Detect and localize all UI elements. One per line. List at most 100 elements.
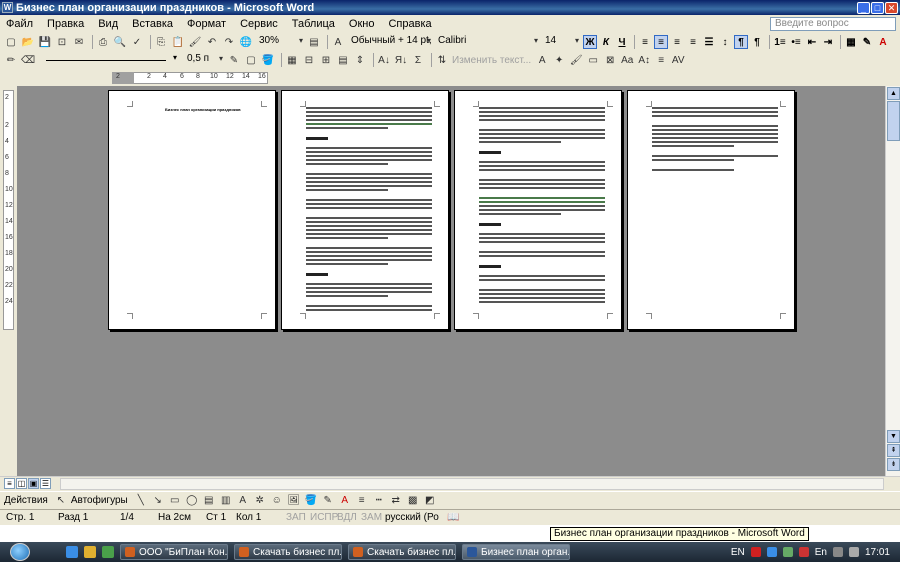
wordart-shape-icon[interactable]: ▭ [586, 53, 600, 67]
scroll-down-icon[interactable]: ▼ [887, 430, 900, 443]
page-4[interactable] [627, 90, 795, 330]
char-spacing-icon[interactable]: AV [671, 53, 685, 67]
line-icon[interactable]: ╲ [134, 493, 148, 507]
spelling-icon[interactable]: ✓ [130, 35, 144, 49]
italic-button[interactable]: К [599, 35, 613, 49]
menu-window[interactable]: Окно [349, 18, 375, 30]
page-1[interactable]: Бизнес план организации праздников [108, 90, 276, 330]
ie-icon[interactable] [66, 546, 78, 558]
split-cells-icon[interactable]: ⊞ [319, 53, 333, 67]
shadow-icon[interactable]: ▩ [406, 493, 420, 507]
clock[interactable]: 17:01 [865, 547, 890, 558]
undo-icon[interactable]: ↶ [205, 35, 219, 49]
alignment-icon[interactable]: ≡ [654, 53, 668, 67]
outside-border-icon[interactable]: ▢ [244, 53, 258, 67]
language-indicator[interactable]: EN [731, 547, 745, 558]
ltr-paragraph-icon[interactable]: ¶ [734, 35, 748, 49]
text-direction-icon[interactable]: ⇅ [435, 53, 449, 67]
outline-view-icon[interactable]: ☰ [40, 478, 51, 489]
oval-icon[interactable]: ◯ [185, 493, 199, 507]
arrow-style-icon[interactable]: ⇄ [389, 493, 403, 507]
volume-icon[interactable] [848, 547, 859, 557]
autosum-icon[interactable]: Σ [411, 53, 425, 67]
decrease-indent-icon[interactable]: ⇤ [805, 35, 819, 49]
email-icon[interactable]: ✉ [72, 35, 86, 49]
autoshapes-menu[interactable]: Автофигуры [71, 495, 128, 506]
dash-style-icon[interactable]: ┅ [372, 493, 386, 507]
increase-indent-icon[interactable]: ⇥ [821, 35, 835, 49]
new-document-icon[interactable]: ▢ [4, 35, 18, 49]
distribute-icon[interactable]: ☰ [702, 35, 716, 49]
sort-desc-icon[interactable]: Я↓ [394, 53, 408, 67]
vertical-textbox-icon[interactable]: ▥ [219, 493, 233, 507]
taskbar-button-1[interactable]: ООО "БиПлан Кон... [120, 544, 228, 560]
menu-insert[interactable]: Вставка [132, 18, 173, 30]
close-button[interactable]: ✕ [885, 1, 898, 14]
word-app-icon[interactable]: W [2, 2, 13, 13]
numbering-icon[interactable]: 1≡ [773, 35, 787, 49]
maximize-button[interactable]: □ [871, 1, 884, 14]
align-center-icon[interactable]: ≡ [654, 35, 668, 49]
scroll-up-icon[interactable]: ▲ [887, 87, 900, 100]
text-wrapping-icon[interactable]: ⊠ [603, 53, 617, 67]
picture-icon[interactable]: 🖼 [287, 493, 301, 507]
menu-help[interactable]: Справка [388, 18, 431, 30]
menu-format[interactable]: Формат [187, 18, 226, 30]
line-spacing-icon[interactable]: ↕ [718, 35, 732, 49]
line-style-select[interactable] [38, 53, 178, 67]
language-indicator-2[interactable]: En [815, 547, 827, 558]
font-size-select[interactable]: 14 [542, 35, 580, 49]
fill-color-icon[interactable]: 🪣 [304, 493, 318, 507]
sort-asc-icon[interactable]: A↓ [377, 53, 391, 67]
textbox-icon[interactable]: ▤ [202, 493, 216, 507]
scroll-thumb[interactable] [887, 101, 900, 141]
status-extend[interactable]: ВДЛ [337, 512, 361, 523]
copy-icon[interactable]: ⎘ [154, 35, 168, 49]
line-weight-select[interactable]: 0,5 п [184, 53, 224, 67]
rectangle-icon[interactable]: ▭ [168, 493, 182, 507]
bullets-icon[interactable]: •≡ [789, 35, 803, 49]
status-overtype[interactable]: ЗАМ [361, 512, 385, 523]
menu-edit[interactable]: Правка [47, 18, 84, 30]
distribute-rows-icon[interactable]: ⇕ [353, 53, 367, 67]
hyperlink-icon[interactable]: 🌐 [239, 35, 253, 49]
horizontal-scrollbar[interactable] [60, 478, 884, 490]
line-style-icon[interactable]: ≡ [355, 493, 369, 507]
border-color-icon[interactable]: ✎ [227, 53, 241, 67]
align-left-icon[interactable]: ≡ [638, 35, 652, 49]
zoom-select[interactable]: 30% [256, 35, 304, 49]
insert-table-icon[interactable]: ▦ [285, 53, 299, 67]
align-right-icon[interactable]: ≡ [670, 35, 684, 49]
underline-button[interactable]: Ч [615, 35, 629, 49]
highlight-icon[interactable]: ✎ [860, 35, 874, 49]
style-select[interactable]: Обычный + 14 pt, [348, 35, 432, 49]
menu-table[interactable]: Таблица [292, 18, 335, 30]
eraser-icon[interactable]: ⌫ [21, 53, 35, 67]
format-wordart-icon[interactable]: 🖌 [569, 53, 583, 67]
minimize-button[interactable]: _ [857, 1, 870, 14]
borders-icon[interactable]: ▦ [844, 35, 858, 49]
select-objects-icon[interactable]: ↖ [54, 493, 68, 507]
same-height-icon[interactable]: Aa [620, 53, 634, 67]
font-color-icon[interactable]: A [876, 35, 890, 49]
reading-mode-icon[interactable]: ▤ [307, 35, 321, 49]
justify-icon[interactable]: ≡ [686, 35, 700, 49]
media-icon[interactable] [102, 546, 114, 558]
tray-icon[interactable] [766, 547, 777, 557]
draw-actions-menu[interactable]: Действия [4, 495, 48, 506]
status-track[interactable]: ИСПР [310, 512, 338, 523]
page-3[interactable] [454, 90, 622, 330]
draw-font-color-icon[interactable]: A [338, 493, 352, 507]
vertical-text-icon[interactable]: A↕ [637, 53, 651, 67]
tray-icon[interactable] [782, 547, 793, 557]
tray-icon[interactable] [798, 547, 809, 557]
clipart-icon[interactable]: ☺ [270, 493, 284, 507]
vertical-scrollbar[interactable]: ▲ ▼ ⇞ ⇟ [885, 86, 900, 476]
merge-cells-icon[interactable]: ⊟ [302, 53, 316, 67]
status-rec[interactable]: ЗАП [286, 512, 310, 523]
menu-view[interactable]: Вид [98, 18, 118, 30]
wordart-icon[interactable]: A [535, 53, 549, 67]
permission-icon[interactable]: ⊡ [55, 35, 69, 49]
redo-icon[interactable]: ↷ [222, 35, 236, 49]
ask-question-input[interactable]: Введите вопрос [770, 16, 896, 31]
